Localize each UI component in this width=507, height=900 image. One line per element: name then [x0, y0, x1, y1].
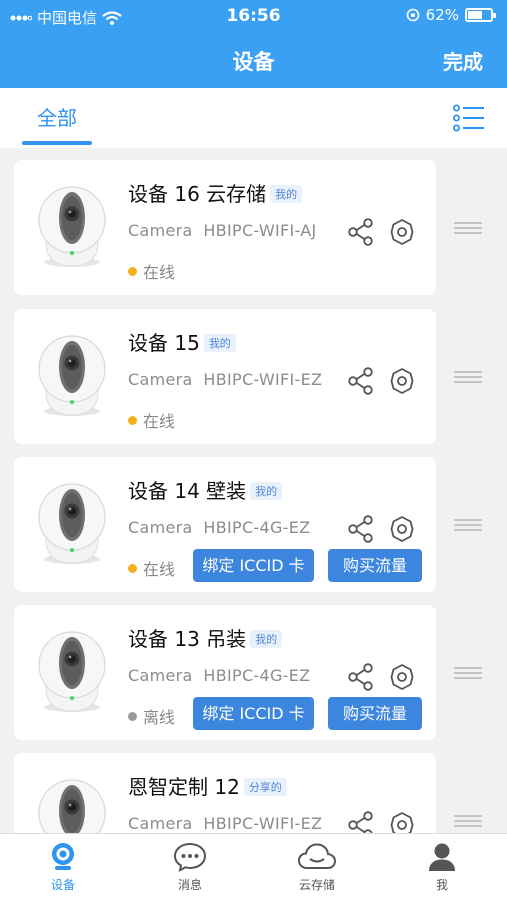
nav-item-devices[interactable]: 设备 — [18, 842, 108, 893]
status-text: 在线 — [143, 412, 176, 431]
done-button[interactable]: 完成 — [443, 46, 483, 75]
camera-thumbnail — [36, 331, 108, 417]
status-indicator: 在线 — [128, 556, 175, 580]
nav-label-devices: 设备 — [50, 878, 75, 892]
buy-data-button[interactable]: 购买流量 — [328, 549, 422, 582]
buy-data-button[interactable]: 购买流量 — [328, 697, 422, 730]
device-model: Camera HBIPC-WIFI-EZ — [128, 370, 322, 389]
device-icon — [52, 843, 74, 870]
ownership-tag: 我的 — [250, 630, 283, 648]
share-icon[interactable] — [348, 367, 374, 395]
device-card[interactable]: 设备 13 吊装 我的 Camera HBIPC-4G-EZ 离线 绑定 ICCI… — [14, 605, 436, 740]
device-model: Camera HBIPC-4G-EZ — [128, 666, 310, 685]
device-model-code: HBIPC-WIFI-EZ — [203, 814, 323, 833]
battery-percent: 62% — [425, 6, 459, 24]
tab-indicator — [22, 141, 92, 145]
settings-icon[interactable] — [388, 515, 416, 543]
list-view-icon[interactable] — [453, 104, 485, 132]
ownership-tag: 我的 — [250, 482, 283, 500]
device-name-text: 恩智定制 12 — [128, 775, 240, 799]
nav-item-cloud[interactable]: 云存储 — [272, 842, 362, 893]
nav-label-messages: 消息 — [177, 878, 202, 892]
device-name: 设备 14 壁装 我的 — [128, 475, 283, 504]
device-model-code: HBIPC-4G-EZ — [203, 666, 311, 685]
ownership-tag: 分享的 — [243, 778, 287, 796]
device-name-text: 设备 14 壁装 — [128, 479, 247, 503]
drag-handle-icon[interactable] — [454, 371, 482, 383]
device-name: 设备 13 吊装 我的 — [128, 623, 283, 652]
drag-handle-icon[interactable] — [454, 222, 482, 234]
status-indicator: 在线 — [128, 259, 175, 283]
device-model: Camera HBIPC-WIFI-AJ — [128, 221, 317, 240]
profile-icon — [429, 843, 455, 871]
bottom-nav: 设备 消息 云存储 我 — [0, 833, 507, 900]
device-model: Camera HBIPC-WIFI-EZ — [128, 814, 322, 833]
ownership-tag: 我的 — [203, 334, 236, 352]
nav-label-cloud: 云存储 — [298, 878, 335, 892]
settings-icon[interactable] — [388, 663, 416, 691]
drag-handle-icon[interactable] — [454, 667, 482, 679]
status-text: 离线 — [143, 708, 176, 727]
device-model-code: HBIPC-WIFI-EZ — [203, 370, 323, 389]
camera-thumbnail — [36, 479, 108, 565]
device-name-text: 设备 15 — [128, 331, 200, 355]
status-dot — [128, 711, 137, 721]
status-dot — [128, 563, 137, 573]
nav-label-profile: 我 — [435, 878, 448, 892]
device-name: 设备 15 我的 — [128, 327, 236, 356]
device-card[interactable]: 设备 15 我的 Camera HBIPC-WIFI-EZ 在线 — [14, 309, 436, 444]
status-bar: 中国电信 16:56 62% — [0, 0, 507, 34]
device-card[interactable]: 设备 14 壁装 我的 Camera HBIPC-4G-EZ 在线 绑定 ICCI… — [14, 457, 436, 592]
drag-handle-icon[interactable] — [454, 519, 482, 531]
device-type: Camera — [128, 666, 193, 685]
camera-thumbnail — [36, 182, 108, 268]
nav-bar: 设备 完成 — [0, 34, 507, 88]
status-text: 在线 — [143, 263, 176, 282]
device-card[interactable]: 设备 16 云存储 我的 Camera HBIPC-WIFI-AJ 在线 — [14, 160, 436, 295]
nav-item-messages[interactable]: 消息 — [145, 842, 235, 893]
bind-iccid-button[interactable]: 绑定 ICCID 卡 — [193, 697, 314, 730]
status-text: 在线 — [143, 560, 176, 579]
status-dot — [128, 415, 137, 425]
status-indicator: 在线 — [128, 408, 175, 432]
device-type: Camera — [128, 518, 193, 537]
status-indicator: 离线 — [128, 704, 175, 728]
settings-icon[interactable] — [388, 367, 416, 395]
cloud-icon — [297, 843, 337, 869]
device-name-text: 设备 13 吊装 — [128, 627, 247, 651]
drag-handle-icon[interactable] — [454, 815, 482, 827]
share-icon[interactable] — [348, 515, 374, 543]
device-type: Camera — [128, 221, 193, 240]
page-title: 设备 — [232, 50, 275, 74]
device-name-text: 设备 16 云存储 — [128, 182, 267, 206]
battery-icon — [465, 8, 496, 22]
device-model: Camera HBIPC-4G-EZ — [128, 518, 310, 537]
message-icon — [173, 842, 207, 872]
device-name: 恩智定制 12 分享的 — [128, 771, 287, 800]
status-dot — [128, 266, 137, 276]
device-type: Camera — [128, 370, 193, 389]
tab-all[interactable]: 全部 — [22, 102, 92, 131]
share-icon[interactable] — [348, 663, 374, 691]
device-type: Camera — [128, 814, 193, 833]
ownership-tag: 我的 — [270, 185, 303, 203]
share-icon[interactable] — [348, 218, 374, 246]
device-name: 设备 16 云存储 我的 — [128, 178, 303, 207]
battery-fill — [468, 11, 482, 19]
device-model-code: HBIPC-4G-EZ — [203, 518, 311, 537]
device-model-code: HBIPC-WIFI-AJ — [203, 221, 317, 240]
nav-item-profile[interactable]: 我 — [397, 842, 487, 893]
rotation-lock-icon — [406, 8, 419, 22]
settings-icon[interactable] — [388, 218, 416, 246]
bind-iccid-button[interactable]: 绑定 ICCID 卡 — [193, 549, 314, 582]
tab-bar: 全部 — [0, 88, 507, 148]
camera-thumbnail — [36, 627, 108, 713]
